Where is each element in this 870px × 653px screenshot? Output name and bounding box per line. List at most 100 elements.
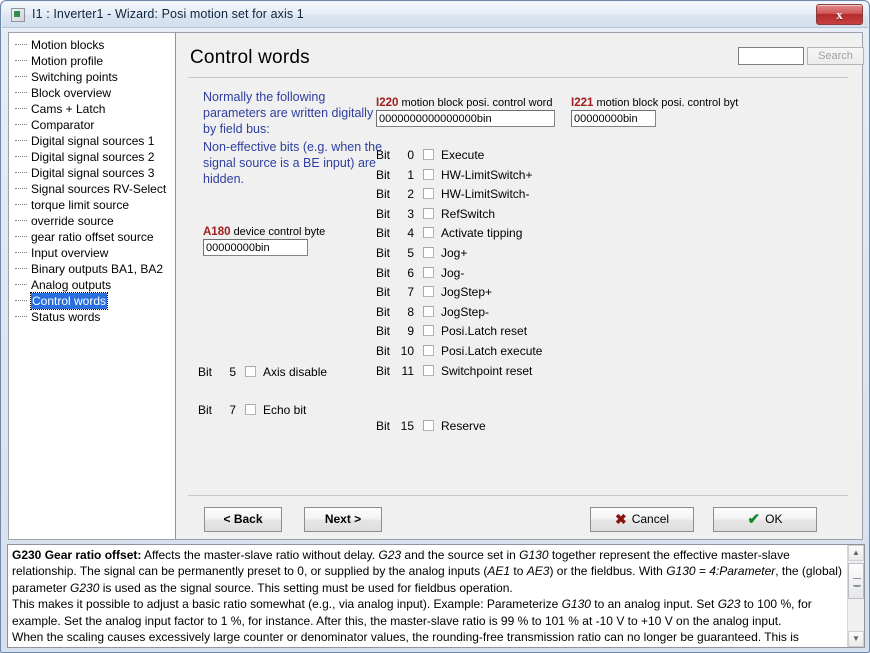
sidebar-item-block-overview[interactable]: Block overview bbox=[9, 85, 175, 101]
sidebar-item-label: torque limit source bbox=[31, 198, 130, 212]
close-icon: x bbox=[836, 7, 843, 22]
sidebar-item-gear-ratio-offset-source[interactable]: gear ratio offset source bbox=[9, 229, 175, 245]
bit-row[interactable]: Bit 7 Echo bit bbox=[198, 402, 306, 418]
bit-label: Posi.Latch execute bbox=[441, 344, 543, 358]
sidebar-item-analog-outputs[interactable]: Analog outputs bbox=[9, 277, 175, 293]
bit-row[interactable]: Bit 10 Posi.Latch execute bbox=[376, 343, 542, 359]
help-emphasis: G230 bbox=[70, 580, 100, 595]
scroll-up-icon[interactable]: ▲ bbox=[848, 545, 864, 561]
tree-connector-icon bbox=[15, 204, 27, 205]
sidebar-item-motion-profile[interactable]: Motion profile bbox=[9, 53, 175, 69]
navigation-tree[interactable]: Motion blocks Motion profile Switching poi… bbox=[8, 32, 176, 540]
sidebar-item-motion-blocks[interactable]: Motion blocks bbox=[9, 37, 175, 53]
bit-checkbox[interactable] bbox=[423, 149, 434, 160]
bit-checkbox[interactable] bbox=[423, 227, 434, 239]
bit-number-label: 6 bbox=[407, 265, 414, 280]
bit-checkbox[interactable] bbox=[423, 247, 434, 258]
help-emphasis: G130 bbox=[561, 597, 591, 612]
bit-row[interactable]: Bit 4 Activate tipping bbox=[376, 225, 522, 241]
param-field-a180[interactable]: 00000000bin bbox=[203, 239, 308, 256]
bit-row[interactable]: Bit 2 HW-LimitSwitch- bbox=[376, 186, 529, 202]
sidebar-item-label: Binary outputs BA1, BA2 bbox=[31, 262, 164, 276]
sidebar-item-label: Digital signal sources 3 bbox=[31, 166, 155, 180]
bit-checkbox[interactable] bbox=[423, 420, 434, 431]
bit-label: Reserve bbox=[441, 419, 486, 433]
sidebar-item-input-overview[interactable]: Input overview bbox=[9, 245, 175, 261]
tree-connector-icon bbox=[15, 44, 27, 45]
bit-checkbox[interactable] bbox=[423, 188, 434, 200]
tree-connector-icon bbox=[15, 172, 27, 173]
sidebar-item-switching-points[interactable]: Switching points bbox=[9, 69, 175, 85]
bit-label: RefSwitch bbox=[441, 206, 496, 221]
bit-checkbox[interactable] bbox=[423, 305, 434, 317]
ok-button[interactable]: ✔ OK bbox=[713, 507, 817, 532]
bit-row[interactable]: Bit 0 Execute bbox=[376, 147, 484, 163]
help-text-panel: G230 Gear ratio offset: Affects the mast… bbox=[7, 544, 865, 648]
bit-row[interactable]: Bit 8 JogStep- bbox=[376, 304, 489, 320]
scrollbar-thumb[interactable] bbox=[848, 563, 864, 599]
bit-checkbox[interactable] bbox=[245, 404, 256, 415]
param-text-a180: device control byte bbox=[233, 226, 326, 238]
bit-checkbox[interactable] bbox=[423, 207, 434, 219]
bit-checkbox[interactable] bbox=[423, 168, 434, 180]
sidebar-item-control-words[interactable]: Control words bbox=[9, 292, 175, 310]
sidebar-item-label: Analog outputs bbox=[31, 278, 112, 292]
sidebar-item-label: Input overview bbox=[31, 246, 109, 260]
bit-number-label: 7 bbox=[407, 285, 414, 300]
bit-row[interactable]: Bit 11 Switchpoint reset bbox=[376, 363, 532, 379]
bit-prefix-label: Bit bbox=[376, 304, 391, 319]
sidebar-item-binary-outputs-ba1-ba2[interactable]: Binary outputs BA1, BA2 bbox=[9, 261, 175, 277]
bit-checkbox[interactable] bbox=[245, 366, 256, 377]
bit-prefix-label: Bit bbox=[376, 206, 391, 221]
param-field-i221[interactable]: 00000000bin bbox=[571, 110, 656, 127]
bit-row[interactable]: Bit 3 RefSwitch bbox=[376, 206, 495, 222]
tree-connector-icon bbox=[15, 108, 27, 109]
sidebar-item-label: Motion blocks bbox=[31, 38, 105, 52]
bit-label: Axis disable bbox=[263, 365, 328, 379]
bit-row[interactable]: Bit 15 Reserve bbox=[376, 418, 486, 434]
sidebar-item-torque-limit-source[interactable]: torque limit source bbox=[9, 197, 175, 213]
search-button[interactable]: Search bbox=[807, 47, 864, 65]
bit-number-label: 15 bbox=[400, 419, 414, 433]
tree-connector-icon bbox=[15, 236, 27, 237]
sidebar-item-status-words[interactable]: Status words bbox=[9, 309, 175, 325]
bit-checkbox[interactable] bbox=[423, 345, 434, 356]
note-fieldbus: Normally the following parameters are wr… bbox=[203, 90, 374, 136]
bit-row[interactable]: Bit 7 JogStep+ bbox=[376, 284, 492, 300]
bit-label: Jog- bbox=[441, 265, 465, 280]
bit-checkbox[interactable] bbox=[423, 286, 434, 298]
bit-number-label: 3 bbox=[407, 206, 414, 221]
close-button[interactable]: x bbox=[816, 4, 863, 25]
cancel-button[interactable]: ✖ Cancel bbox=[590, 507, 694, 532]
bit-row[interactable]: Bit 5 Axis disable bbox=[198, 364, 327, 380]
search-input[interactable] bbox=[738, 47, 804, 65]
cancel-label: Cancel bbox=[631, 512, 670, 526]
bit-number-label: 5 bbox=[407, 246, 414, 260]
bit-prefix-label: Bit bbox=[376, 226, 391, 241]
bit-prefix-label: Bit bbox=[376, 148, 391, 162]
bit-checkbox[interactable] bbox=[423, 364, 434, 376]
scroll-down-icon[interactable]: ▼ bbox=[848, 631, 864, 647]
sidebar-item-digital-signal-sources-3[interactable]: Digital signal sources 3 bbox=[9, 165, 175, 181]
bit-row[interactable]: Bit 5 Jog+ bbox=[376, 245, 467, 261]
bit-row[interactable]: Bit 9 Posi.Latch reset bbox=[376, 323, 527, 339]
sidebar-item-digital-signal-sources-1[interactable]: Digital signal sources 1 bbox=[9, 133, 175, 149]
bit-row[interactable]: Bit 1 HW-LimitSwitch+ bbox=[376, 167, 532, 183]
param-field-i220[interactable]: 0000000000000000bin bbox=[376, 110, 555, 127]
bit-row[interactable]: Bit 6 Jog- bbox=[376, 265, 464, 281]
sidebar-item-cams-latch[interactable]: Cams + Latch bbox=[9, 101, 175, 117]
sidebar-item-digital-signal-sources-2[interactable]: Digital signal sources 2 bbox=[9, 149, 175, 165]
back-button[interactable]: < Back bbox=[204, 507, 282, 532]
bit-checkbox[interactable] bbox=[423, 325, 434, 337]
sidebar-item-override-source[interactable]: override source bbox=[9, 213, 175, 229]
tree-connector-icon bbox=[15, 140, 27, 141]
help-scrollbar[interactable]: ▲ ▼ bbox=[847, 545, 864, 647]
sidebar-item-comparator[interactable]: Comparator bbox=[9, 117, 175, 133]
bit-checkbox[interactable] bbox=[423, 266, 434, 278]
param-code-a180: A180 bbox=[203, 226, 231, 238]
tree-connector-icon bbox=[15, 60, 27, 61]
sidebar-item-signal-sources-rv-select[interactable]: Signal sources RV-Select bbox=[9, 181, 175, 197]
window-title: I1 : Inverter1 - Wizard: Posi motion set… bbox=[32, 7, 304, 21]
next-button[interactable]: Next > bbox=[304, 507, 382, 532]
bit-label: Switchpoint reset bbox=[441, 363, 533, 378]
